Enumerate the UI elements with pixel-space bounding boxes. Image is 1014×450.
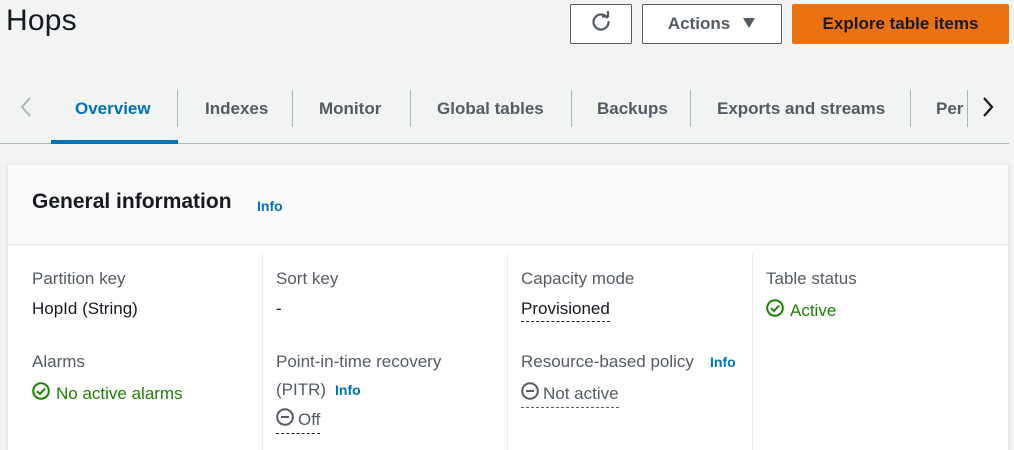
check-circle-icon [32,382,50,405]
caret-down-icon [742,14,756,34]
refresh-button[interactable] [570,4,632,44]
column-divider [262,253,263,450]
capacity-mode-label: Capacity mode [521,269,635,288]
pitr-info-link[interactable]: Info [335,382,361,398]
sort-key-value: - [276,299,282,318]
actions-label: Actions [667,14,731,33]
pitr-label-line1: Point-in-time recovery [276,352,442,371]
alarms-value: No active alarms [56,383,183,403]
tab-permissions[interactable]: Per [936,90,968,127]
tab-exports-and-streams[interactable]: Exports and streams [717,90,885,127]
refresh-icon [590,10,612,38]
general-information-panel: General information Info Partition key H… [7,164,1009,450]
alarms-label: Alarms [32,352,85,371]
tab-backups[interactable]: Backups [597,90,668,127]
pitr-value: Off [298,409,321,429]
tab-divider [910,90,911,127]
resource-policy-value: Not active [543,383,619,403]
column-divider [507,253,508,450]
minus-circle-icon [276,408,294,431]
tab-monitor[interactable]: Monitor [319,90,381,127]
pitr-status[interactable]: Off [276,408,321,434]
chevron-right-icon [982,96,994,123]
tab-divider [292,90,293,127]
alarms-status: No active alarms [32,382,183,405]
tab-scroll-left-button[interactable] [14,94,38,124]
tab-divider [690,90,691,127]
check-circle-icon [766,299,784,322]
tab-overview[interactable]: Overview [75,90,151,127]
tab-divider [967,90,968,127]
explore-table-items-button[interactable]: Explore table items [792,4,1009,44]
panel-title: General information [32,190,232,213]
tab-bar: Overview Indexes Monitor Global tables B… [0,74,1009,144]
minus-circle-icon [521,382,539,405]
resource-policy-info-link[interactable]: Info [710,354,736,370]
actions-dropdown-button[interactable]: Actions [642,4,782,44]
tab-divider [571,90,572,127]
tab-divider [177,90,178,127]
table-status-value: Active [790,300,837,320]
tab-scroll-right-button[interactable] [976,94,1000,124]
resource-policy-label: Resource-based policy [521,352,694,371]
active-tab-indicator [51,140,178,144]
table-status-label: Table status [766,269,857,288]
chevron-left-icon [20,96,32,123]
sort-key-label: Sort key [276,269,339,288]
column-divider [752,253,753,450]
general-info-info-link[interactable]: Info [257,198,283,214]
tab-divider [410,90,411,127]
page-title: Hops [6,4,77,37]
capacity-mode-value[interactable]: Provisioned [521,299,610,322]
tab-indexes[interactable]: Indexes [205,90,268,127]
partition-key-value: HopId (String) [32,299,138,318]
panel-header: General information Info [8,165,1008,245]
pitr-label-line2: (PITR) [276,380,327,399]
tab-global-tables[interactable]: Global tables [437,90,544,127]
table-status: Active [766,299,836,322]
partition-key-label: Partition key [32,269,126,288]
resource-policy-status[interactable]: Not active [521,382,619,408]
tab-permissions-label: Per [936,99,964,118]
